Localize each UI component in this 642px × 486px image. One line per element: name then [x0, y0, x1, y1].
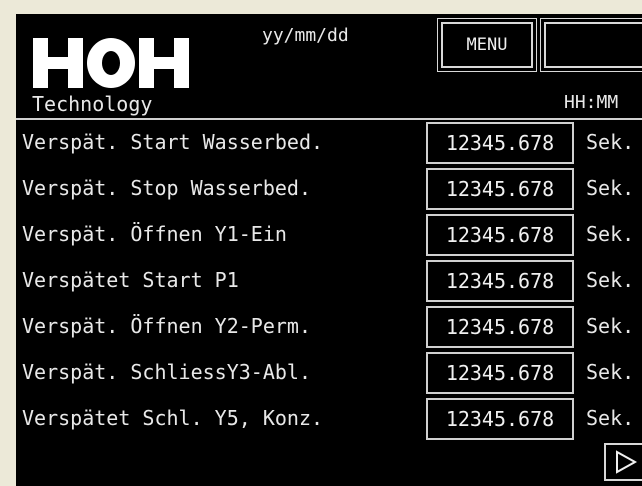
blank-button[interactable]	[540, 18, 642, 72]
param-label: Verspät. Öffnen Y2-Perm.	[22, 314, 311, 338]
param-unit: Sek.	[586, 314, 635, 338]
hmi-screen: Technology yy/mm/dd HH:MM MENU Verspät. …	[16, 14, 642, 486]
param-unit: Sek.	[586, 268, 635, 292]
param-unit: Sek.	[586, 360, 635, 384]
param-value-field[interactable]: 12345.678	[426, 352, 574, 394]
param-value-field[interactable]: 12345.678	[426, 122, 574, 164]
param-unit: Sek.	[586, 222, 635, 246]
param-value-field[interactable]: 12345.678	[426, 260, 574, 302]
date-display: yy/mm/dd	[262, 25, 349, 46]
header-bar: Technology yy/mm/dd HH:MM MENU	[16, 14, 642, 120]
param-label: Verspätet Start P1	[22, 268, 239, 292]
play-right-icon	[616, 450, 638, 474]
param-row: Verspät. Öffnen Y2-Perm. 12345.678 Sek.	[16, 306, 642, 348]
param-row: Verspät. Start Wasserbed. 12345.678 Sek.	[16, 122, 642, 164]
param-unit: Sek.	[586, 176, 635, 200]
brand-subtitle: Technology	[32, 92, 153, 116]
param-row: Verspät. SchliessY3-Abl. 12345.678 Sek.	[16, 352, 642, 394]
param-label: Verspät. Öffnen Y1-Ein	[22, 222, 287, 246]
param-row: Verspät. Stop Wasserbed. 12345.678 Sek.	[16, 168, 642, 210]
param-value-field[interactable]: 12345.678	[426, 214, 574, 256]
param-row: Verspätet Schl. Y5, Konz. 12345.678 Sek.	[16, 398, 642, 440]
param-value-field[interactable]: 12345.678	[426, 398, 574, 440]
hoh-logo	[33, 38, 189, 88]
param-label: Verspät. Stop Wasserbed.	[22, 176, 311, 200]
time-display: HH:MM	[564, 92, 619, 113]
next-page-button[interactable]	[604, 443, 642, 481]
param-label: Verspät. Start Wasserbed.	[22, 130, 324, 154]
menu-button[interactable]: MENU	[437, 18, 537, 72]
param-row: Verspätet Start P1 12345.678 Sek.	[16, 260, 642, 302]
param-label: Verspät. SchliessY3-Abl.	[22, 360, 311, 384]
param-label: Verspätet Schl. Y5, Konz.	[22, 406, 324, 430]
param-row: Verspät. Öffnen Y1-Ein 12345.678 Sek.	[16, 214, 642, 256]
param-value-field[interactable]: 12345.678	[426, 168, 574, 210]
param-unit: Sek.	[586, 130, 635, 154]
param-value-field[interactable]: 12345.678	[426, 306, 574, 348]
param-unit: Sek.	[586, 406, 635, 430]
